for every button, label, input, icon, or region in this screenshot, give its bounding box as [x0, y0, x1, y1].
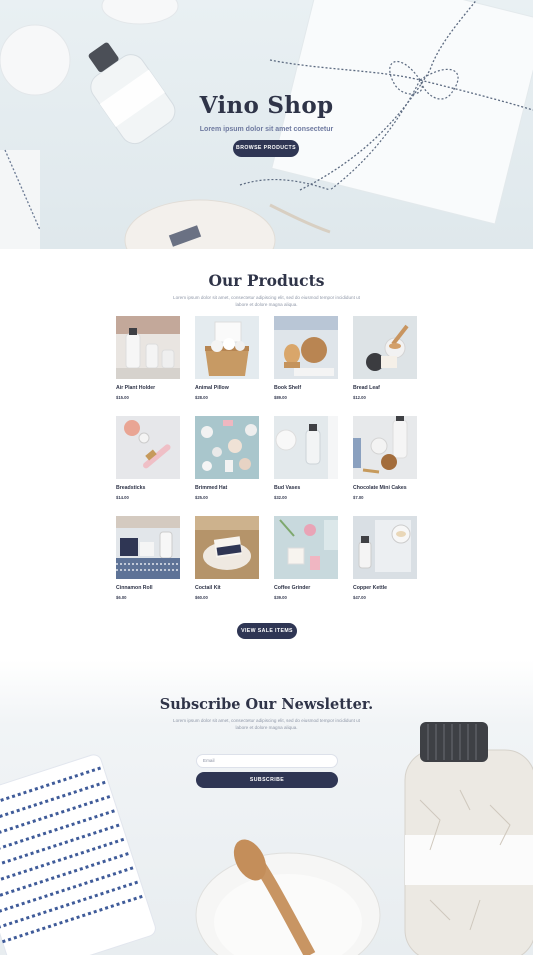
product-price: $39.00 [274, 595, 287, 600]
product-card[interactable]: Animal Pillow $28.00 [195, 316, 259, 400]
product-card[interactable]: Air Plant Holder $15.00 [116, 316, 180, 400]
product-card[interactable]: Coffee Grinder $39.00 [274, 516, 338, 600]
newsletter-description: Lorem ipsum dolor sit amet, consectetur … [173, 718, 360, 730]
product-image[interactable] [353, 316, 417, 379]
product-price: $32.00 [274, 495, 287, 500]
product-name[interactable]: Breadsticks [116, 485, 145, 491]
product-card[interactable]: Brimmed Hat $25.00 [195, 416, 259, 500]
product-name[interactable]: Brimmed Hat [195, 485, 227, 491]
product-image[interactable] [116, 516, 180, 579]
product-name[interactable]: Book Shelf [274, 385, 301, 391]
product-card[interactable]: Coctail Kit $60.00 [195, 516, 259, 600]
products-description: Lorem ipsum dolor sit amet, consectetur … [173, 295, 360, 307]
product-price: $25.00 [195, 495, 208, 500]
hero-section: Vino Shop Lorem ipsum dolor sit amet con… [0, 0, 533, 249]
product-name[interactable]: Animal Pillow [195, 385, 229, 391]
product-image[interactable] [195, 416, 259, 479]
product-name[interactable]: Air Plant Holder [116, 385, 155, 391]
product-image[interactable] [353, 516, 417, 579]
product-card[interactable]: Bud Vases $32.00 [274, 416, 338, 500]
product-price: $89.00 [274, 395, 287, 400]
hero-subtitle: Lorem ipsum dolor sit amet consectetur [199, 126, 334, 133]
view-sale-items-button[interactable]: VIEW SALE ITEMS [237, 623, 297, 639]
products-title: Our Products [208, 271, 325, 290]
product-price: $15.00 [116, 395, 129, 400]
product-card[interactable]: Chocolate Mini Cakes $7.00 [353, 416, 417, 500]
product-image[interactable] [274, 516, 338, 579]
email-input[interactable]: Email [196, 754, 338, 768]
product-image[interactable] [274, 416, 338, 479]
product-card[interactable]: Breadsticks $14.00 [116, 416, 180, 500]
product-price: $12.00 [353, 395, 366, 400]
product-price: $6.00 [116, 595, 127, 600]
product-price: $14.00 [116, 495, 129, 500]
product-image[interactable] [116, 416, 180, 479]
product-name[interactable]: Coffee Grinder [274, 585, 310, 591]
newsletter-section: Subscribe Our Newsletter. Lorem ipsum do… [0, 660, 533, 955]
product-name[interactable]: Copper Kettle [353, 585, 387, 591]
hero-title: Vino Shop [199, 92, 334, 119]
product-card[interactable]: Bread Leaf $12.00 [353, 316, 417, 400]
product-name[interactable]: Cinnamon Roll [116, 585, 153, 591]
hero-background-image [0, 0, 533, 249]
product-name[interactable]: Chocolate Mini Cakes [353, 485, 407, 491]
browse-products-button[interactable]: BROWSE PRODUCTS [233, 140, 299, 157]
product-price: $28.00 [195, 395, 208, 400]
product-image[interactable] [195, 316, 259, 379]
product-image[interactable] [353, 416, 417, 479]
product-image[interactable] [274, 316, 338, 379]
subscribe-button[interactable]: SUBSCRIBE [196, 772, 338, 788]
product-card[interactable]: Book Shelf $89.00 [274, 316, 338, 400]
product-card[interactable]: Cinnamon Roll $6.00 [116, 516, 180, 600]
product-card[interactable]: Copper Kettle $47.00 [353, 516, 417, 600]
product-image[interactable] [116, 316, 180, 379]
product-name[interactable]: Bud Vases [274, 485, 300, 491]
product-price: $60.00 [195, 595, 208, 600]
product-price: $7.00 [353, 495, 364, 500]
product-price: $47.00 [353, 595, 366, 600]
newsletter-title: Subscribe Our Newsletter. [159, 696, 374, 713]
product-name[interactable]: Bread Leaf [353, 385, 380, 391]
product-name[interactable]: Coctail Kit [195, 585, 221, 591]
product-image[interactable] [195, 516, 259, 579]
